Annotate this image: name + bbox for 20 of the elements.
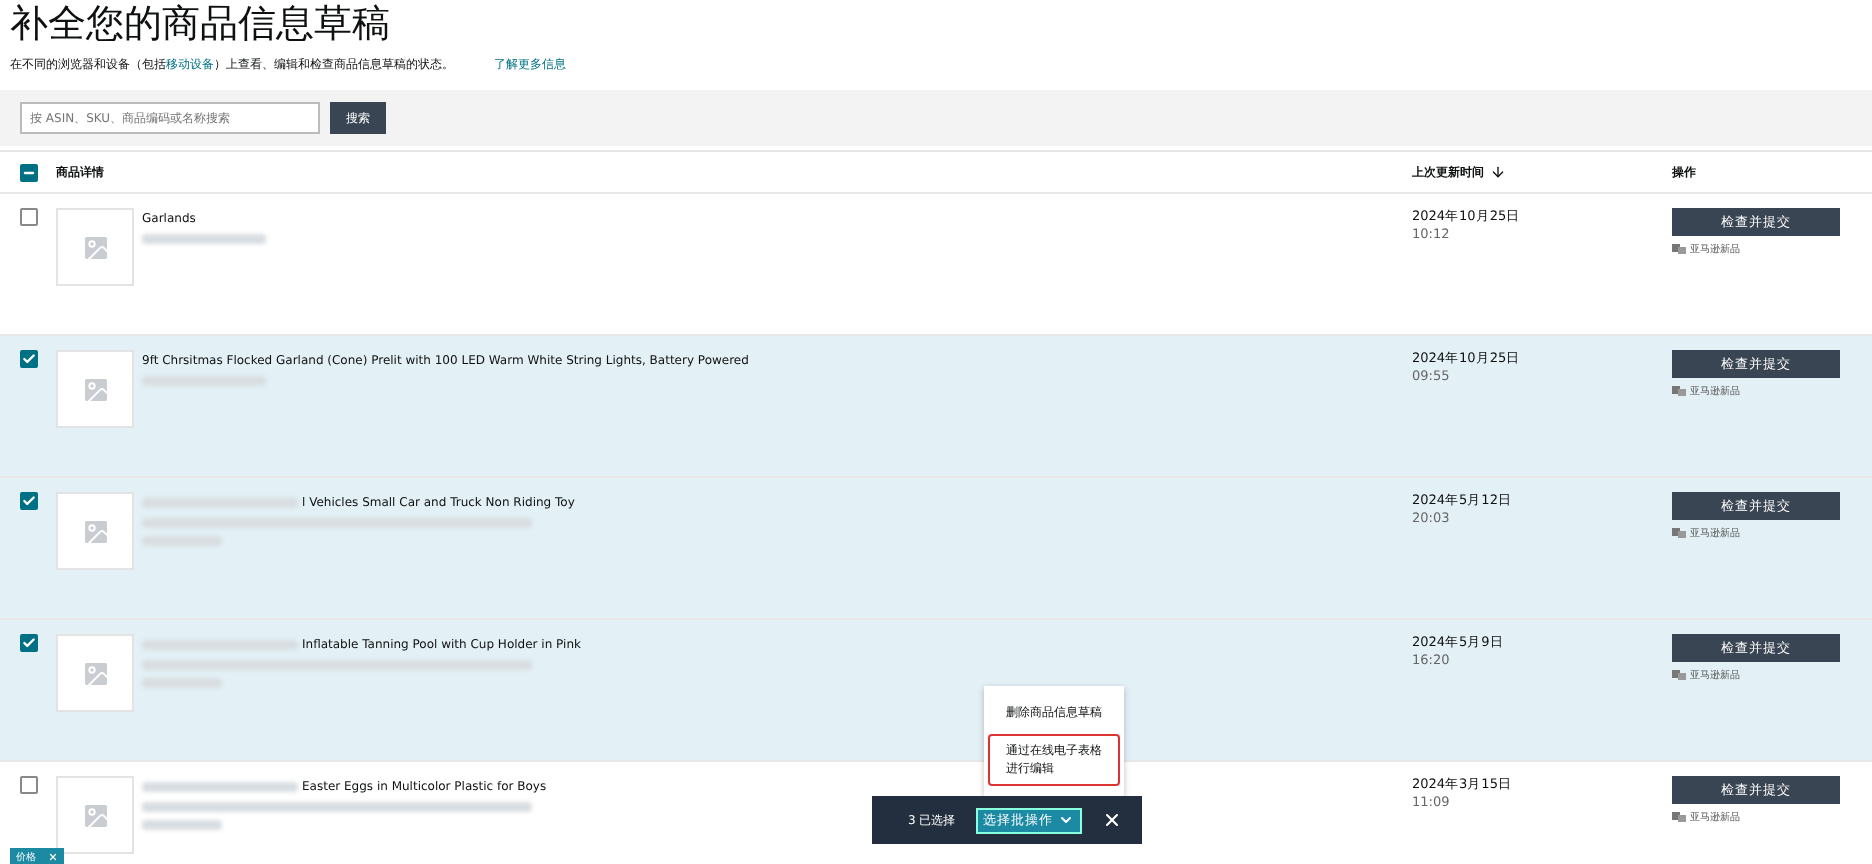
select-all-checkbox[interactable] (20, 163, 38, 181)
row-checkbox[interactable] (20, 208, 38, 226)
sort-arrow-icon[interactable] (1490, 164, 1506, 180)
row-checkbox[interactable] (20, 492, 38, 510)
chevron-down-icon (1057, 812, 1074, 828)
image-icon (79, 373, 111, 405)
redacted-text (142, 234, 266, 244)
image-icon (79, 657, 111, 689)
page-title: 补全您的商品信息草稿 (8, 0, 392, 48)
row-checkbox[interactable] (20, 350, 38, 368)
redacted-text (142, 820, 222, 830)
check-icon (22, 352, 36, 366)
row-checkbox[interactable] (20, 776, 38, 794)
close-icon[interactable] (1101, 810, 1122, 830)
check-icon (22, 636, 36, 650)
image-icon (79, 515, 111, 547)
check-icon (22, 494, 36, 508)
image-icon (79, 799, 111, 831)
image-icon (79, 231, 111, 263)
row-checkbox[interactable] (20, 634, 38, 652)
